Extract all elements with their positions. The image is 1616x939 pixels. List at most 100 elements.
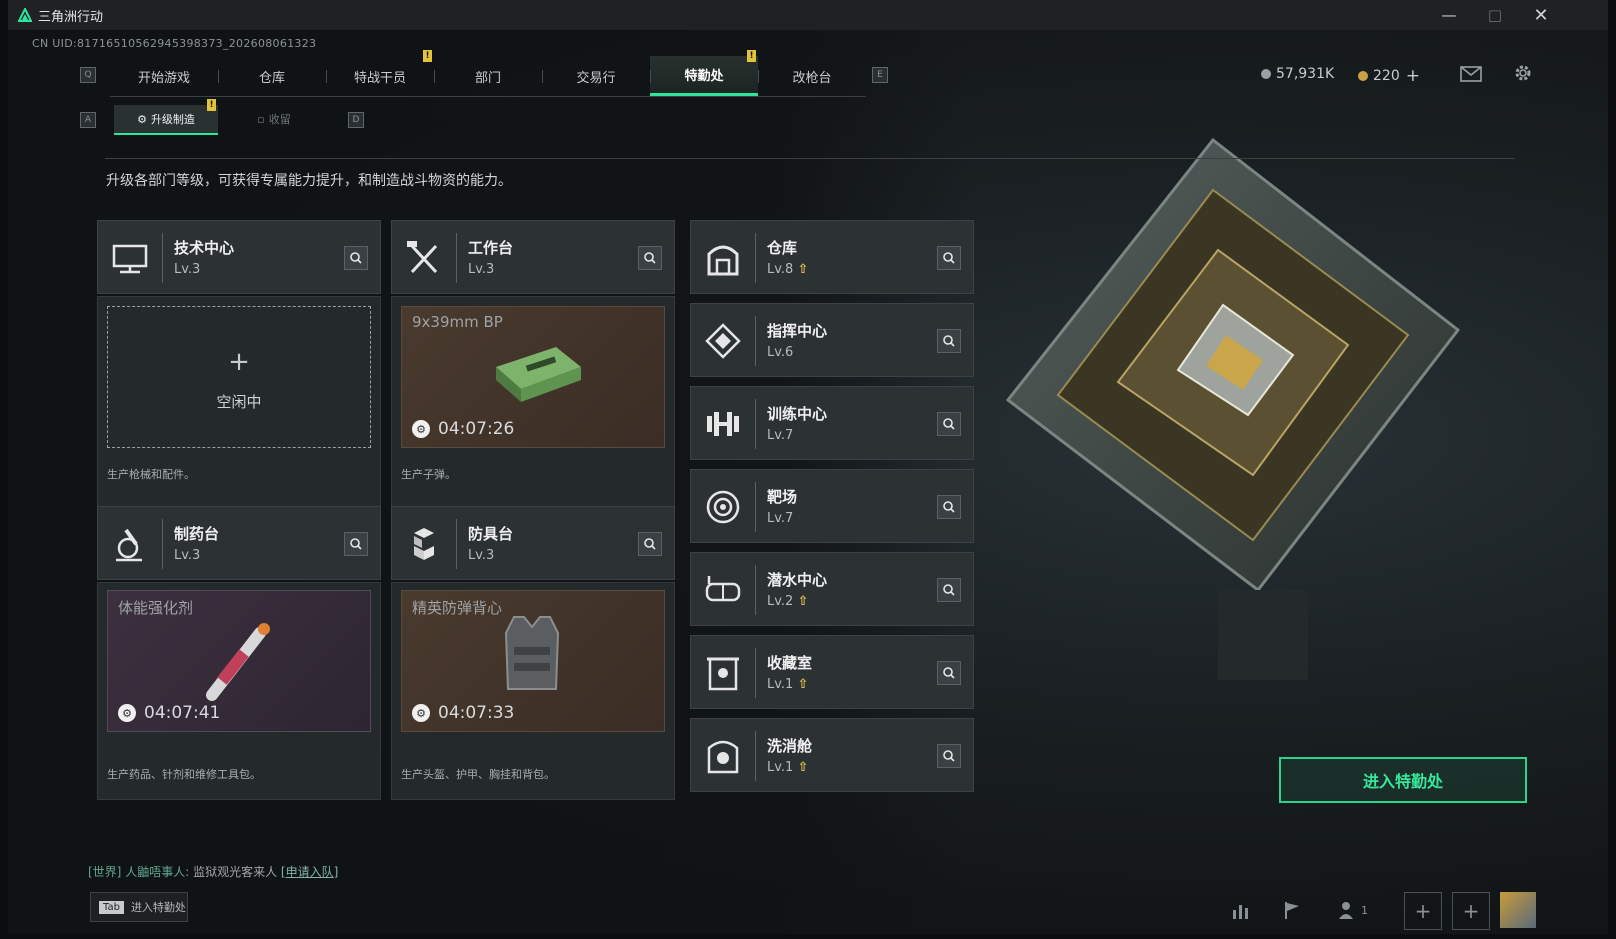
separator	[162, 519, 163, 569]
armor-production-slot[interactable]: 精英防弹背心 ⚙ 04:07:33	[401, 590, 665, 732]
shelter-icon: ▫	[257, 112, 265, 126]
app-logo-icon	[18, 8, 32, 22]
level-text: Lv.1	[767, 677, 794, 692]
tech-idle-slot[interactable]: + 空闲中	[107, 306, 371, 448]
notification-badge: !	[747, 50, 756, 62]
separator	[755, 399, 756, 449]
world-chat-message: [世界] 人鼬唔事人: 监狱观光客来人 [申请入队]	[88, 865, 339, 879]
main-nav: 开始游戏 仓库 特战干员! 部门 交易行 特勤处! 改枪台	[110, 50, 866, 97]
close-button[interactable]: ✕	[1518, 0, 1564, 30]
settings-gear-icon[interactable]	[1512, 62, 1534, 84]
product-description: 生产枪械和配件。	[107, 468, 195, 481]
dept-level: Lv.8 ⇧	[767, 262, 808, 277]
dept-warehouse[interactable]: 仓库 Lv.8 ⇧	[690, 220, 974, 294]
dept-decontamination[interactable]: 洗消舱 Lv.1 ⇧	[690, 718, 974, 792]
notification-badge: !	[207, 99, 216, 111]
tab-start-game[interactable]: 开始游戏	[110, 56, 218, 96]
search-icon	[644, 252, 656, 264]
tab-label: 部门	[474, 70, 501, 86]
dept-training-center[interactable]: 训练中心 Lv.7	[690, 386, 974, 460]
upgrade-available-icon: ⇧	[797, 594, 809, 609]
ticket-amount: 220	[1373, 68, 1400, 84]
product-description: 生产药品、针剂和维修工具包。	[107, 768, 261, 781]
separator	[755, 731, 756, 781]
add-teammate-slot-1[interactable]: +	[1404, 892, 1442, 930]
separator	[456, 233, 457, 283]
separator	[456, 519, 457, 569]
dept-command-center[interactable]: 指挥中心 Lv.6	[690, 303, 974, 377]
maximize-button[interactable]: □	[1472, 0, 1518, 30]
workbench-production-slot[interactable]: 9x39mm BP ⚙ 04:07:26	[401, 306, 665, 448]
search-icon	[943, 335, 955, 347]
dept-level: Lv.6	[767, 345, 794, 360]
tab-operators[interactable]: 特战干员!	[326, 50, 434, 96]
separator	[162, 233, 163, 283]
search-button[interactable]	[937, 329, 961, 353]
dept-diving-center[interactable]: 潜水中心 Lv.2 ⇧	[690, 552, 974, 626]
pharmacy-production-slot[interactable]: 体能强化剂 ⚙ 04:07:41	[107, 590, 371, 732]
level-text: Lv.8	[767, 262, 794, 277]
station-level: Lv.3	[174, 548, 201, 563]
tab-special-ops[interactable]: 特勤处!	[650, 50, 758, 96]
tab-label: 开始游戏	[137, 70, 190, 86]
coin-balance: 57,931K	[1261, 66, 1334, 82]
dept-name: 仓库	[767, 239, 798, 257]
minimize-button[interactable]: —	[1426, 0, 1472, 30]
dept-level: Lv.1 ⇧	[767, 677, 808, 692]
stats-chart-icon[interactable]	[1224, 892, 1260, 928]
player-avatar[interactable]	[1500, 892, 1536, 928]
product-name: 体能强化剂	[118, 599, 194, 617]
search-button[interactable]	[638, 532, 662, 556]
subtab-shelter[interactable]: ▫ 收留	[222, 105, 326, 133]
search-button[interactable]	[937, 495, 961, 519]
join-team-link[interactable]: [申请入队]	[281, 865, 338, 879]
tab-trading[interactable]: 交易行	[542, 56, 650, 96]
cubes-icon	[414, 528, 434, 560]
microscope-icon	[116, 528, 142, 562]
dept-name: 收藏室	[767, 654, 813, 672]
station-armor[interactable]: 防具台 Lv.3	[391, 506, 675, 580]
decontamination-icon	[707, 740, 739, 774]
station-pharmacy[interactable]: 制药台 Lv.3	[97, 506, 381, 580]
search-icon	[943, 252, 955, 264]
mail-icon[interactable]	[1460, 66, 1482, 82]
search-button[interactable]	[638, 246, 662, 270]
ticket-balance[interactable]: 220 +	[1358, 66, 1420, 86]
search-button[interactable]	[937, 578, 961, 602]
enter-special-ops-button[interactable]: 进入特勤处	[1279, 757, 1527, 803]
search-button[interactable]	[937, 246, 961, 270]
search-icon	[644, 538, 656, 550]
add-currency-icon[interactable]: +	[1406, 66, 1420, 86]
product-description: 生产头盔、护甲、胸挂和背包。	[401, 768, 555, 781]
dept-shooting-range[interactable]: 靶场 Lv.7	[690, 469, 974, 543]
add-teammate-slot-2[interactable]: +	[1452, 892, 1490, 930]
tab-warehouse[interactable]: 仓库	[218, 56, 326, 96]
subtab-upgrade-craft[interactable]: ⚙ 升级制造 !	[114, 99, 218, 135]
station-name: 制药台	[174, 525, 220, 543]
divider	[105, 158, 1515, 159]
friends-count: 1	[1361, 903, 1368, 917]
flag-icon[interactable]	[1274, 892, 1310, 928]
target-icon	[706, 490, 740, 524]
game-viewport: CN UID:8171651056294539837​3_20260806132…	[8, 30, 1608, 934]
search-icon	[943, 750, 955, 762]
station-tech-center[interactable]: 技术中心 Lv.3	[97, 220, 381, 294]
separator	[755, 648, 756, 698]
coin-icon	[1261, 69, 1271, 79]
tab-department[interactable]: 部门	[434, 56, 542, 96]
tab-gunsmith[interactable]: 改枪台	[758, 56, 866, 96]
station-workbench[interactable]: 工作台 Lv.3	[391, 220, 675, 294]
search-button[interactable]	[937, 412, 961, 436]
dumbbell-icon	[707, 412, 739, 436]
tab-key-hint[interactable]: Tab 进入特勤处	[90, 892, 188, 922]
search-button[interactable]	[344, 532, 368, 556]
dept-collection-room[interactable]: 收藏室 Lv.1 ⇧	[690, 635, 974, 709]
tab-label: 特勤处	[684, 69, 724, 84]
hammer-wrench-icon	[407, 241, 438, 274]
tab-label: 仓库	[258, 70, 285, 86]
friends-button[interactable]: 1	[1330, 892, 1376, 928]
friends-icon	[1339, 902, 1353, 919]
search-button[interactable]	[937, 744, 961, 768]
search-button[interactable]	[344, 246, 368, 270]
search-button[interactable]	[937, 661, 961, 685]
